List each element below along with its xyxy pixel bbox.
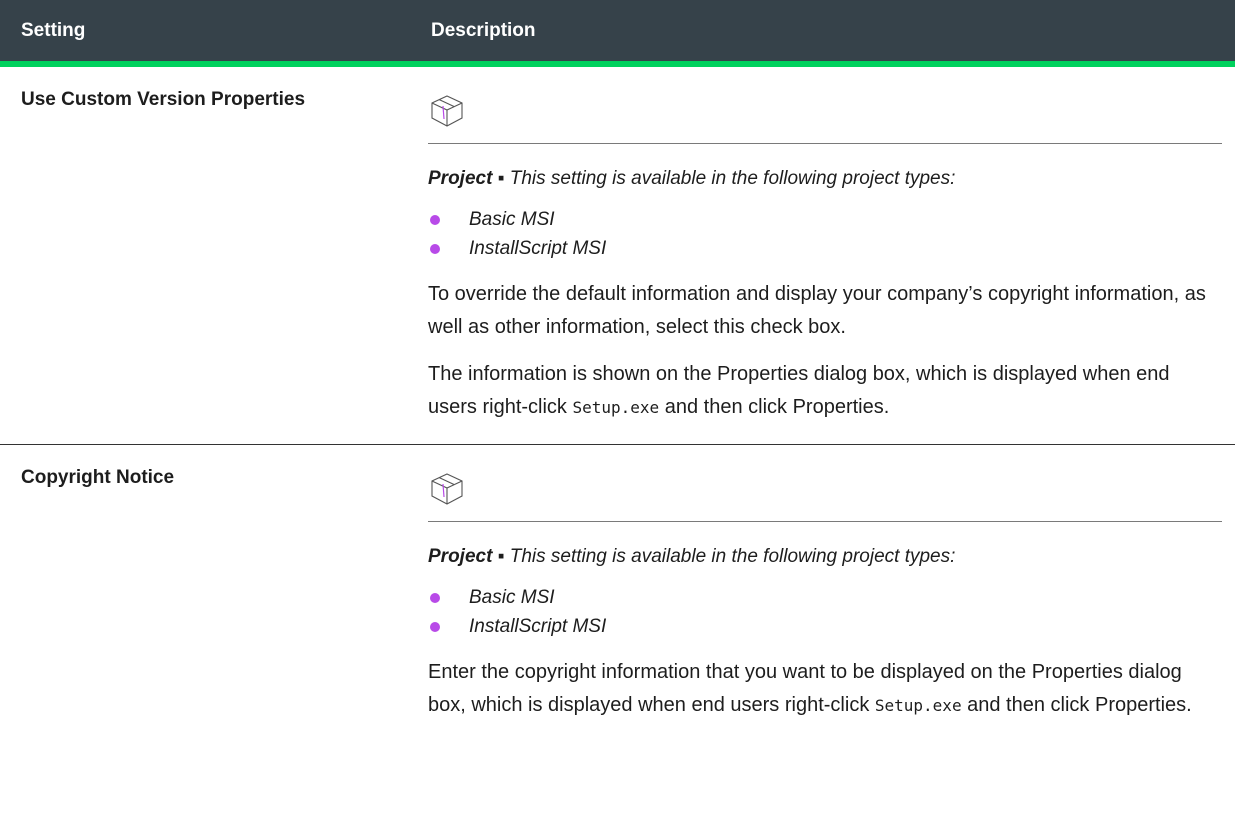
project-type-label: Basic MSI [469,209,555,230]
paragraph-text: and then click Properties. [659,396,890,418]
setting-name: Copyright Notice [21,467,175,488]
bullet-icon [430,215,440,225]
project-availability-note: Project ▪ This setting is available in t… [428,544,1222,570]
file-name: Setup.exe [874,696,962,715]
list-item: InstallScript MSI [428,613,1222,642]
project-availability-text: This setting is available in the followi… [509,168,956,189]
description-paragraph: Enter the copyright information that you… [428,656,1222,722]
bullet-icon [430,244,440,254]
project-label: Project [428,546,493,567]
table-row: Use Custom Version Properties Project ▪ … [0,64,1235,445]
bullet-icon [430,593,440,603]
project-types-list: Basic MSI InstallScript MSI [428,584,1222,642]
settings-table: Setting Description Use Custom Version P… [0,0,1235,722]
paragraph-text: and then click Properties. [961,694,1192,716]
project-separator: ▪ [492,168,510,189]
project-box-icon [431,473,463,505]
project-box-icon [431,95,463,127]
project-type-label: Basic MSI [469,587,555,608]
setting-description: Project ▪ This setting is available in t… [428,445,1235,723]
column-header-setting: Setting [0,0,428,67]
project-availability-note: Project ▪ This setting is available in t… [428,166,1222,192]
project-types-list: Basic MSI InstallScript MSI [428,206,1222,264]
setting-description: Project ▪ This setting is available in t… [428,64,1235,445]
description-paragraph: To override the default information and … [428,283,1206,338]
project-label: Project [428,168,493,189]
list-item: Basic MSI [428,584,1222,613]
project-icon-bar [428,83,1222,144]
table-header-row: Setting Description [0,0,1235,67]
bullet-icon [430,622,440,632]
list-item: InstallScript MSI [428,235,1222,264]
description-paragraph: The information is shown on the Properti… [428,358,1222,424]
list-item: Basic MSI [428,206,1222,235]
project-availability-text: This setting is available in the followi… [509,546,956,567]
project-separator: ▪ [492,546,510,567]
setting-name: Use Custom Version Properties [0,64,428,445]
project-type-label: InstallScript MSI [469,616,607,637]
table-row: Copyright Notice Project ▪ This setting … [0,445,1235,723]
file-name: Setup.exe [572,398,660,417]
column-header-description: Description [428,0,1235,67]
project-type-label: InstallScript MSI [469,238,607,259]
project-icon-bar [428,461,1222,522]
